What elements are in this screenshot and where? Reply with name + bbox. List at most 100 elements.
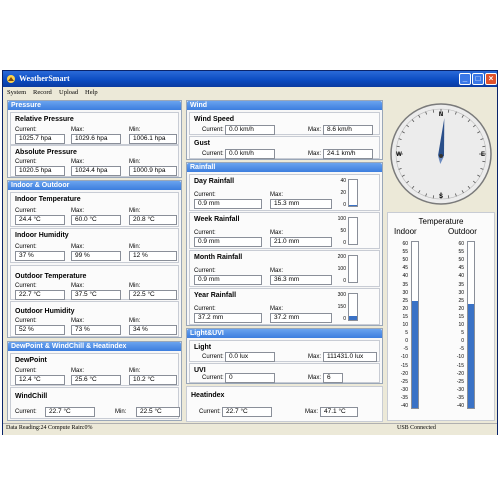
current-label: Current: (15, 283, 37, 289)
indoor-scale-tick: 20 (402, 305, 408, 312)
outdoor-scale-tick: -15 (456, 362, 464, 369)
compass-tick (482, 160, 486, 163)
max-label: Max: (71, 208, 85, 214)
wind-speed-title: Wind Speed (194, 116, 234, 123)
outdoor-scale-tick: 30 (458, 289, 464, 296)
outdoor-thermometer-fill (468, 303, 474, 408)
current-label: Current: (202, 354, 224, 360)
uvi-current: 0 (225, 373, 275, 383)
absolute-pressure-title: Absolute Pressure (15, 149, 77, 156)
current-label: Current: (15, 208, 37, 214)
current-label: Current: (194, 230, 216, 236)
month-rain-scale-low: 0 (343, 278, 346, 284)
windchill-min: 22.5 °C (136, 407, 180, 417)
indoor-scale-tick: -20 (400, 370, 408, 377)
absolute-pressure-min: 1000.9 hpa (129, 166, 177, 176)
year-rainfall-title: Year Rainfall (194, 292, 237, 299)
light-current: 0.0 lux (225, 352, 275, 362)
max-label: Max: (71, 127, 85, 133)
uvi-max: 6 (323, 373, 343, 383)
day-rain-scale-mid: 20 (340, 190, 346, 196)
light-uvi-header: Light&UVI (187, 329, 382, 338)
close-button[interactable]: × (485, 73, 497, 85)
week-rain-scale-high: 100 (337, 216, 346, 222)
compass-tick (432, 195, 435, 199)
week-rainfall-title: Week Rainfall (194, 216, 240, 223)
absolute-pressure-max: 1024.4 hpa (71, 166, 121, 176)
menu-help[interactable]: Help (85, 89, 98, 96)
compass-tick (447, 195, 450, 199)
status-bar: Data Reading:24 Compute Rain:0% USB Conn… (3, 423, 497, 435)
minimize-button[interactable]: _ (459, 73, 471, 85)
current-label: Current: (202, 127, 224, 133)
pressure-panel: Pressure Relative Pressure Current: Max:… (7, 100, 182, 178)
max-label: Max: (71, 283, 85, 289)
menu-upload[interactable]: Upload (59, 89, 78, 96)
maximize-button[interactable]: □ (472, 73, 484, 85)
indoor-temperature-max: 60.0 °C (71, 215, 121, 225)
compass-tick (432, 109, 435, 113)
min-label: Min: (129, 159, 141, 165)
indoor-scale-tick: 5 (405, 330, 408, 337)
compass-south-label: S (439, 194, 443, 200)
week-rainfall-max: 21.0 mm (270, 237, 332, 247)
indoor-temperature-current: 24.4 °C (15, 215, 65, 225)
outdoor-temperature-current: 22.7 °C (15, 290, 65, 300)
indoor-temperature-title: Indoor Temperature (15, 196, 81, 203)
menu-system[interactable]: System (7, 89, 26, 96)
gust-title: Gust (194, 140, 210, 147)
current-label: Current: (199, 409, 221, 415)
compass-east-label: E (481, 152, 485, 158)
outdoor-temperature-title: Outdoor Temperature (15, 273, 87, 280)
wind-header: Wind (187, 101, 382, 110)
indoor-scale-tick: 60 (402, 241, 408, 247)
compass-tick (482, 145, 486, 148)
relative-pressure-max: 1029.6 hpa (71, 134, 121, 144)
current-label: Current: (202, 375, 224, 381)
year-rain-scale-high: 300 (337, 292, 346, 298)
outdoor-scale-tick: 60 (458, 241, 464, 247)
current-label: Current: (194, 268, 216, 274)
app-icon (7, 75, 15, 83)
indoor-scale-tick: -30 (400, 386, 408, 393)
app-window: WeatherSmart _ □ × System Record Upload … (2, 70, 498, 435)
month-rain-scale-mid: 100 (337, 266, 346, 272)
menu-bar: System Record Upload Help (3, 88, 497, 99)
title-bar[interactable]: WeatherSmart _ □ × (3, 71, 497, 87)
windchill-title: WindChill (15, 393, 48, 400)
indoor-scale-tick: 10 (402, 322, 408, 328)
dewpoint-windchill-panel: DewPoint & WindChill & Heatindex DewPoin… (7, 341, 182, 421)
gust-max: 24.1 km/h (323, 149, 373, 159)
temperature-gauge-panel: Temperature Indoor Outdoor 60 55 50 45 40 35 3… (387, 212, 495, 421)
indoor-scale-tick: -10 (400, 354, 408, 361)
indoor-humidity-title: Indoor Humidity (15, 232, 69, 239)
year-rainfall-current: 37.2 mm (194, 313, 262, 323)
indoor-scale-tick: 45 (402, 265, 408, 272)
outdoor-scale-tick: -35 (456, 394, 464, 401)
min-label: Min: (129, 368, 141, 374)
relative-pressure-current: 1025.7 hpa (15, 134, 65, 144)
wind-speed-current: 0.0 km/h (225, 125, 275, 135)
dewpoint-max: 25.6 °C (71, 375, 121, 385)
outdoor-temperature-max: 37.5 °C (71, 290, 121, 300)
day-rainfall-max: 15.3 mm (270, 199, 332, 209)
menu-record[interactable]: Record (33, 89, 52, 96)
compass-north-label: N (439, 112, 443, 118)
outdoor-scale-tick: -5 (459, 346, 464, 353)
heatindex-section: Heatindex Current: 22.7 °C Max: 47.1 °C (186, 386, 383, 422)
week-rain-scale-mid: 50 (340, 228, 346, 234)
outdoor-scale-tick: 25 (458, 297, 464, 304)
current-label: Current: (15, 244, 37, 250)
day-rain-scale-high: 40 (340, 178, 346, 184)
week-rain-scale-low: 0 (343, 240, 346, 246)
outdoor-temperature-section: Outdoor Temperature Current: Max: Min: 2… (10, 265, 179, 300)
month-rainfall-current: 0.9 mm (194, 275, 262, 285)
indoor-outdoor-header: Indoor & Outdoor (8, 181, 181, 190)
outdoor-scale-tick: 10 (458, 322, 464, 328)
min-label: Min: (115, 409, 127, 415)
outdoor-scale-tick: 20 (458, 305, 464, 312)
day-rain-gauge-fill (349, 205, 357, 206)
month-rainfall-title: Month Rainfall (194, 254, 243, 261)
uvi-title: UVI (194, 367, 206, 374)
compass-tick (396, 145, 400, 148)
